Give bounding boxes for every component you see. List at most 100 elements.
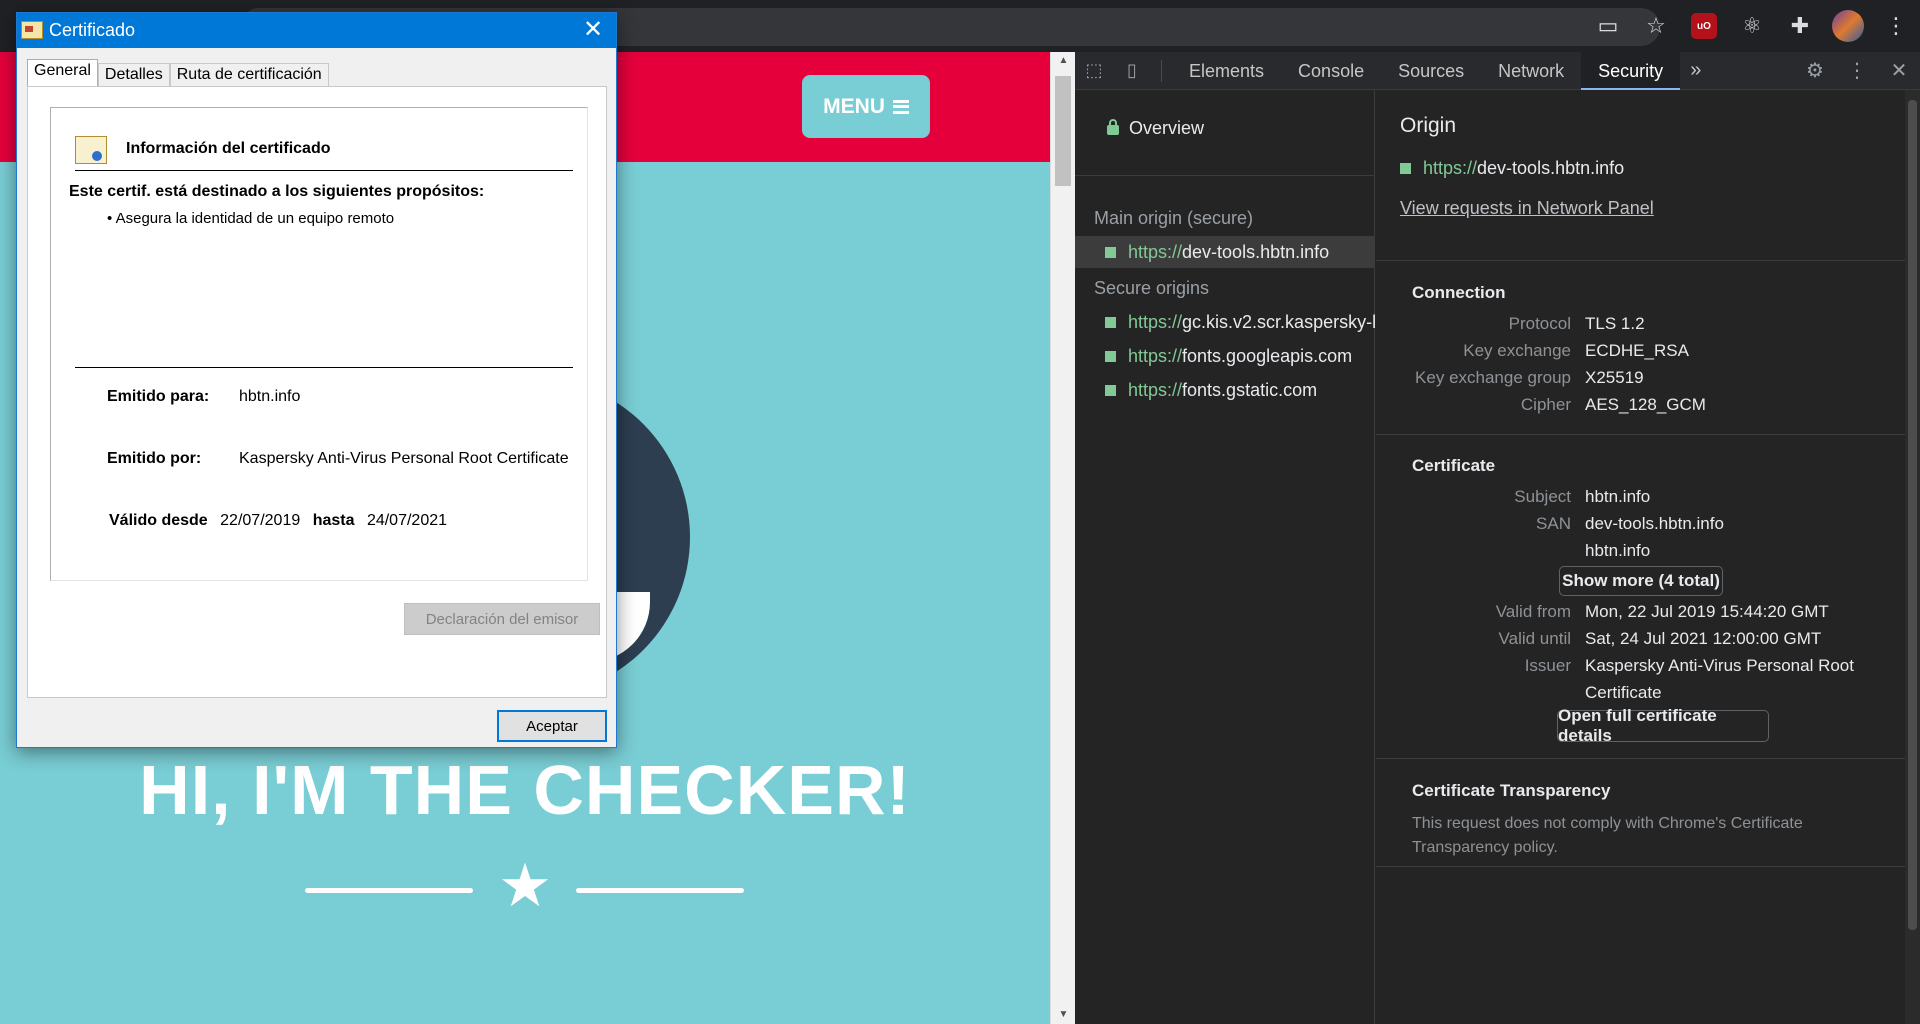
row-key: Issuer [1524, 656, 1571, 675]
validity-row: Válido desde 22/07/2019 hasta 24/07/2021 [109, 512, 447, 530]
tab-details[interactable]: Detalles [97, 63, 170, 87]
scroll-up-arrow-icon[interactable]: ▲ [1051, 52, 1076, 70]
devtools-tabbar: ⬚ ▯ Elements Console Sources Network Sec… [1075, 51, 1920, 90]
tab-general[interactable]: General [27, 59, 98, 87]
ublock-extension-icon[interactable]: uO [1680, 4, 1728, 48]
origin-scheme: https:// [1128, 311, 1183, 332]
devtools-scrollbar[interactable] [1905, 90, 1920, 1024]
issued-to-row: Emitido para: hbtn.info [107, 388, 300, 406]
security-sidebar: Overview Main origin (secure) https://de… [1075, 90, 1375, 1024]
tab-certification-path[interactable]: Ruta de certificación [169, 63, 329, 87]
row-value: ECDHE_RSA [1585, 341, 1689, 360]
origin-host: dev-tools.hbtn.info [1477, 158, 1625, 178]
certificate-info-icon [75, 136, 107, 164]
secure-indicator-icon [1105, 350, 1116, 362]
dialog-titlebar[interactable]: Certificado ✕ [17, 13, 616, 48]
valid-to-value: 24/07/2021 [366, 512, 448, 529]
close-devtools-icon[interactable]: ✕ [1878, 52, 1920, 90]
cast-icon[interactable]: ▭ [1584, 4, 1632, 48]
extensions-puzzle-icon[interactable]: ✚ [1776, 4, 1824, 48]
toolbar-icons: ▭ ☆ uO ⚛ ✚ ⋮ [1584, 0, 1920, 52]
tab-sources[interactable]: Sources [1381, 52, 1481, 90]
purpose-heading: Este certif. está destinado a los siguie… [69, 183, 485, 200]
security-origin-view: Origin https://dev-tools.hbtn.info View … [1376, 90, 1920, 1024]
customize-menu-icon[interactable]: ⋮ [1836, 52, 1878, 90]
page-scrollbar-thumb[interactable] [1055, 76, 1071, 186]
issued-by-value: Kaspersky Anti-Virus Personal Root Certi… [239, 450, 569, 467]
origin-host: fonts.gstatic.com [1182, 379, 1318, 400]
star-icon: ★ [498, 852, 552, 919]
menu-label: MENU [823, 94, 885, 118]
ok-button[interactable]: Aceptar [497, 710, 607, 742]
purpose-item: • Asegura la identidad de un equipo remo… [107, 210, 395, 227]
issued-by-row: Emitido por: Kaspersky Anti-Virus Person… [107, 450, 569, 468]
profile-avatar[interactable] [1824, 4, 1872, 48]
origin-host: fonts.googleapis.com [1182, 345, 1353, 366]
row-key: Protocol [1508, 314, 1571, 333]
certificate-dialog: Certificado ✕ General Detalles Ruta de c… [16, 12, 617, 748]
tabbar-separator [1161, 59, 1162, 82]
tab-console[interactable]: Console [1281, 52, 1381, 90]
sidebar-item-main-origin[interactable]: https://dev-tools.hbtn.info [1075, 236, 1375, 268]
row-key: Cipher [1520, 395, 1571, 414]
connection-row: Protocol TLS 1.2 [1412, 314, 1892, 344]
section-divider [1376, 758, 1920, 759]
tab-security[interactable]: Security [1581, 51, 1681, 90]
react-devtools-icon[interactable]: ⚛ [1728, 4, 1776, 48]
valid-from-value: 22/07/2019 [220, 512, 301, 529]
sidebar-item-secure-origin[interactable]: https://fonts.googleapis.com [1075, 340, 1375, 372]
menu-button[interactable]: MENU [802, 75, 930, 138]
origin-scheme: https:// [1128, 241, 1183, 262]
row-key: Valid until [1498, 629, 1571, 648]
device-toolbar-icon[interactable]: ▯ [1113, 52, 1151, 90]
show-more-button[interactable]: Show more (4 total) [1559, 566, 1723, 596]
devtools-panel: ⬚ ▯ Elements Console Sources Network Sec… [1075, 51, 1920, 1024]
row-value: AES_128_GCM [1585, 395, 1706, 414]
devtools-scrollbar-thumb[interactable] [1908, 100, 1917, 930]
scroll-down-arrow-icon[interactable]: ▼ [1051, 1006, 1076, 1024]
issuer-statement-button[interactable]: Declaración del emisor [404, 603, 600, 635]
origin-scheme: https:// [1423, 158, 1478, 178]
view-requests-link[interactable]: View requests in Network Panel [1400, 198, 1654, 219]
settings-gear-icon[interactable]: ⚙ [1794, 52, 1836, 90]
valid-to-label: hasta [312, 512, 355, 529]
row-key: SAN [1536, 514, 1571, 533]
row-value: hbtn.info [1585, 487, 1651, 506]
inspect-element-icon[interactable]: ⬚ [1075, 52, 1113, 90]
certificate-row: SAN dev-tools.hbtn.info [1412, 514, 1892, 544]
secure-indicator-icon [1105, 384, 1116, 396]
screen: ▭ ☆ uO ⚛ ✚ ⋮ MENU HI, I'M THE CHECKER! ★… [0, 0, 1920, 1024]
chrome-menu-icon[interactable]: ⋮ [1872, 4, 1920, 48]
more-tabs-icon[interactable]: » [1680, 59, 1711, 82]
transparency-heading: Certificate Transparency [1412, 781, 1611, 800]
page-scrollbar[interactable]: ▲ ▼ [1050, 52, 1075, 1024]
origin-host: gc.kis.v2.scr.kaspersky-l [1182, 311, 1375, 332]
close-icon[interactable]: ✕ [570, 13, 616, 48]
secure-indicator-icon [1400, 163, 1411, 174]
connection-row: Key exchange group X25519 [1412, 368, 1892, 398]
sidebar-item-secure-origin[interactable]: https://fonts.gstatic.com [1075, 374, 1375, 406]
heading-divider [75, 170, 573, 171]
divider-right [576, 888, 744, 893]
devtools-actions: ⚙ ⋮ ✕ [1794, 52, 1920, 90]
transparency-text: This request does not comply with Chrome… [1412, 815, 1803, 856]
section-divider [1376, 434, 1920, 435]
sidebar-item-secure-origin[interactable]: https://gc.kis.v2.scr.kaspersky-l [1075, 306, 1375, 338]
secure-indicator-icon [1105, 316, 1116, 328]
general-tab-panel: Información del certificado Este certif.… [27, 86, 607, 698]
origin-host: dev-tools.hbtn.info [1182, 241, 1330, 262]
secure-indicator-icon [1105, 246, 1116, 258]
certificate-row: Valid until Sat, 24 Jul 2021 12:00:00 GMT [1412, 629, 1892, 659]
bookmark-star-icon[interactable]: ☆ [1632, 4, 1680, 48]
hamburger-icon [892, 99, 909, 114]
issued-to-value: hbtn.info [239, 388, 301, 405]
connection-row: Cipher AES_128_GCM [1412, 395, 1892, 425]
row-value: Mon, 22 Jul 2019 15:44:20 GMT [1585, 602, 1829, 621]
tab-network[interactable]: Network [1481, 52, 1581, 90]
section-divider [1376, 260, 1920, 261]
tab-elements[interactable]: Elements [1172, 52, 1281, 90]
sidebar-item-overview[interactable]: Overview [1075, 90, 1375, 176]
row-value: TLS 1.2 [1585, 314, 1645, 333]
open-certificate-details-button[interactable]: Open full certificate details [1557, 706, 1769, 745]
row-key: Valid from [1495, 602, 1571, 621]
